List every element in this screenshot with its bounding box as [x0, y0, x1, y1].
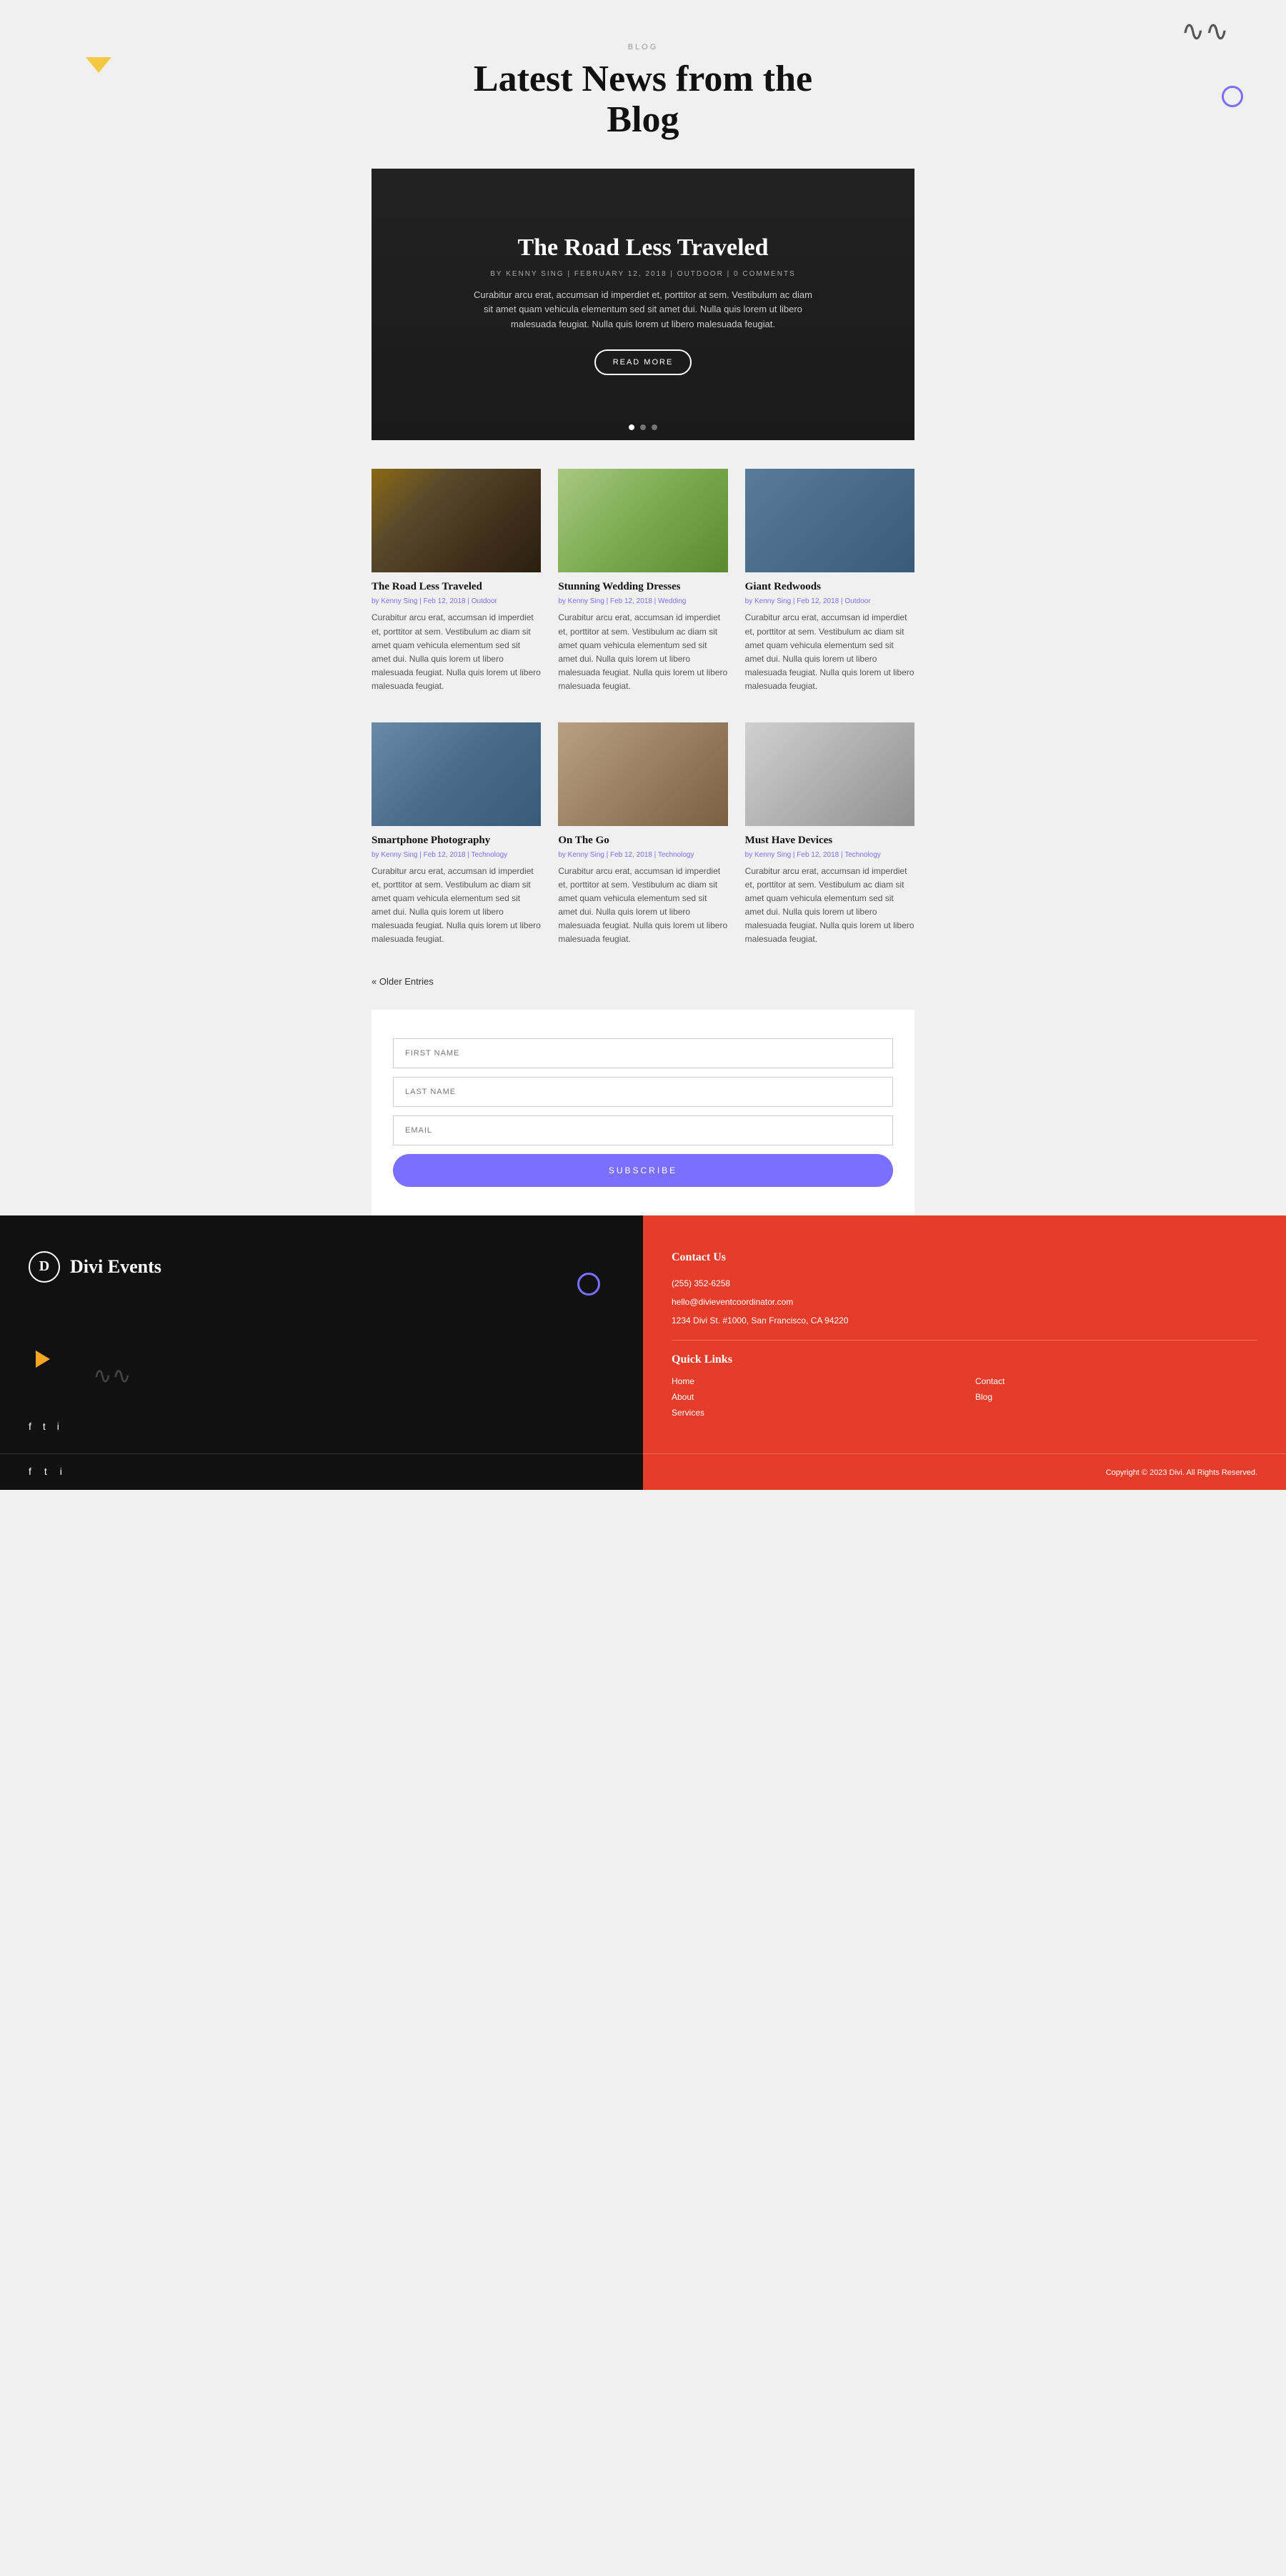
blog-card-img-3[interactable] [745, 469, 914, 572]
blog-card-meta-2: by Kenny Sing | Feb 12, 2018 | Wedding [558, 597, 727, 605]
last-name-input[interactable] [393, 1077, 893, 1107]
footer-link-blog[interactable]: Blog [975, 1392, 1257, 1402]
footer-link-services[interactable]: Services [672, 1408, 954, 1418]
blog-header: ∿∿ BLOG Latest News from the Blog [0, 0, 1286, 169]
deco-circle [1222, 86, 1243, 107]
older-entries-section: Older Entries [372, 975, 914, 988]
footer-social-tw-bottom[interactable]: t [44, 1466, 47, 1478]
blog-card-text-4: Curabitur arcu erat, accumsan id imperdi… [372, 865, 541, 947]
footer-divider [672, 1340, 1257, 1341]
blog-card-meta-1: by Kenny Sing | Feb 12, 2018 | Outdoor [372, 597, 541, 605]
blog-card-text-6: Curabitur arcu erat, accumsan id imperdi… [745, 865, 914, 947]
social-twitter-icon[interactable]: t [43, 1421, 46, 1432]
footer-social-fb-bottom[interactable]: f [29, 1466, 31, 1478]
blog-card-text-5: Curabitur arcu erat, accumsan id imperdi… [558, 865, 727, 947]
slider-dot-2[interactable] [640, 424, 646, 430]
first-name-input[interactable] [393, 1038, 893, 1068]
footer-bottom-left: f t i [0, 1453, 643, 1490]
blog-card-4: Smartphone Photography by Kenny Sing | F… [372, 722, 541, 947]
footer-link-contact[interactable]: Contact [975, 1376, 1257, 1386]
footer: D Divi Events ∿∿ f t i Contact Us (255) … [0, 1215, 1286, 1453]
blog-card-meta-3: by Kenny Sing | Feb 12, 2018 | Outdoor [745, 597, 914, 605]
slider-dots [629, 424, 657, 430]
blog-card-img-1[interactable] [372, 469, 541, 572]
footer-contact-title: Contact Us [672, 1251, 1257, 1264]
footer-logo-circle: D [29, 1251, 60, 1283]
blog-card-meta-4: by Kenny Sing | Feb 12, 2018 | Technolog… [372, 851, 541, 859]
blog-grid-row2: Smartphone Photography by Kenny Sing | F… [372, 722, 914, 947]
slider-dot-1[interactable] [629, 424, 634, 430]
blog-card-meta-5: by Kenny Sing | Feb 12, 2018 | Technolog… [558, 851, 727, 859]
blog-card-img-6[interactable] [745, 722, 914, 826]
blog-grid-section-row1: The Road Less Traveled by Kenny Sing | F… [372, 469, 914, 693]
blog-card-title-1: The Road Less Traveled [372, 581, 541, 593]
footer-copyright: Copyright © 2023 Divi. All Rights Reserv… [1106, 1468, 1257, 1477]
hero-title: The Road Less Traveled [517, 234, 768, 262]
blog-card-text-3: Curabitur arcu erat, accumsan id imperdi… [745, 611, 914, 693]
blog-card-2: Stunning Wedding Dresses by Kenny Sing |… [558, 469, 727, 693]
older-entries-link[interactable]: Older Entries [372, 976, 434, 987]
read-more-button[interactable]: READ MORE [594, 349, 692, 375]
blog-card-meta-6: by Kenny Sing | Feb 12, 2018 | Technolog… [745, 851, 914, 859]
social-facebook-icon[interactable]: f [29, 1421, 31, 1432]
footer-link-home[interactable]: Home [672, 1376, 954, 1386]
footer-social: f t i [29, 1421, 59, 1432]
blog-card-text-1: Curabitur arcu erat, accumsan id imperdi… [372, 611, 541, 693]
blog-card-1: The Road Less Traveled by Kenny Sing | F… [372, 469, 541, 693]
footer-deco-circle [577, 1273, 600, 1296]
blog-card-6: Must Have Devices by Kenny Sing | Feb 12… [745, 722, 914, 947]
email-input[interactable] [393, 1115, 893, 1145]
subscribe-button[interactable]: SUBSCRIBE [393, 1154, 893, 1187]
social-instagram-icon[interactable]: i [57, 1421, 59, 1432]
blog-label: BLOG [14, 43, 1272, 51]
blog-card-img-2[interactable] [558, 469, 727, 572]
hero-slide: The Road Less Traveled BY KENNY SING | F… [372, 169, 914, 440]
footer-deco-play [36, 1351, 50, 1368]
blog-grid-section-row2: Smartphone Photography by Kenny Sing | F… [372, 722, 914, 947]
blog-card-title-3: Giant Redwoods [745, 581, 914, 593]
hero-slider: The Road Less Traveled BY KENNY SING | F… [372, 169, 914, 440]
footer-links-grid: Home Contact About Blog Services [672, 1376, 1257, 1418]
footer-social-ig-bottom[interactable]: i [60, 1466, 62, 1478]
footer-brand-name: Divi Events [70, 1256, 161, 1278]
blog-card-title-2: Stunning Wedding Dresses [558, 581, 727, 593]
hero-description: Curabitur arcu erat, accumsan id imperdi… [472, 288, 814, 332]
page-title: Latest News from the Blog [14, 59, 1272, 140]
subscribe-section: SUBSCRIBE [372, 1010, 914, 1215]
blog-card-text-2: Curabitur arcu erat, accumsan id imperdi… [558, 611, 727, 693]
deco-squiggle: ∿∿ [1181, 14, 1229, 48]
blog-card-title-4: Smartphone Photography [372, 835, 541, 847]
slider-dot-3[interactable] [652, 424, 657, 430]
blog-card-title-5: On The Go [558, 835, 727, 847]
footer-logo: D Divi Events [29, 1251, 614, 1283]
footer-contact-email: hello@divieventcoordinator.com [672, 1296, 1257, 1308]
blog-card-img-4[interactable] [372, 722, 541, 826]
footer-deco-squiggle: ∿∿ [93, 1362, 131, 1389]
hero-meta: BY KENNY SING | FEBRUARY 12, 2018 | OUTD… [490, 270, 795, 278]
subscribe-form: SUBSCRIBE [393, 1038, 893, 1187]
blog-card-img-5[interactable] [558, 722, 727, 826]
footer-contact-phone: (255) 352-6258 [672, 1277, 1257, 1290]
footer-bottom-right: Copyright © 2023 Divi. All Rights Reserv… [643, 1453, 1286, 1490]
footer-contact-address: 1234 Divi St. #1000, San Francisco, CA 9… [672, 1314, 1257, 1327]
blog-card-title-6: Must Have Devices [745, 835, 914, 847]
blog-card-3: Giant Redwoods by Kenny Sing | Feb 12, 2… [745, 469, 914, 693]
footer-left: D Divi Events ∿∿ f t i [0, 1215, 643, 1453]
blog-grid-row1: The Road Less Traveled by Kenny Sing | F… [372, 469, 914, 693]
blog-card-5: On The Go by Kenny Sing | Feb 12, 2018 |… [558, 722, 727, 947]
deco-triangle [86, 57, 111, 73]
footer-quick-links-title: Quick Links [672, 1353, 1257, 1366]
footer-bottom-bar: f t i Copyright © 2023 Divi. All Rights … [0, 1453, 1286, 1490]
footer-link-about[interactable]: About [672, 1392, 954, 1402]
footer-right: Contact Us (255) 352-6258 hello@divieven… [643, 1215, 1286, 1453]
